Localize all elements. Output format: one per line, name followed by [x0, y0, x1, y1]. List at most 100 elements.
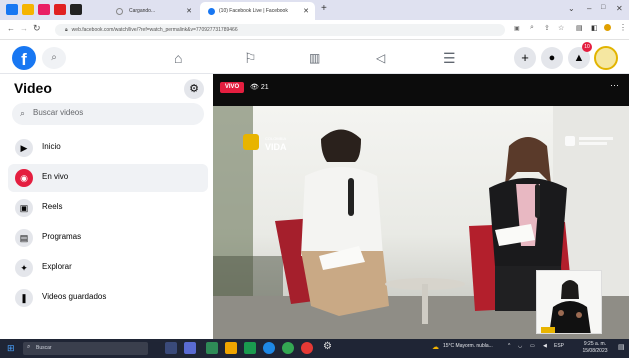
- tab-search-chevron-icon[interactable]: ⌄: [568, 4, 575, 13]
- sidebar-item-inicio[interactable]: ▶ Inicio: [8, 134, 208, 162]
- battery-icon[interactable]: ▭: [530, 343, 535, 349]
- close-window-button[interactable]: ✕: [616, 4, 623, 13]
- taskbar-clock[interactable]: 9:25 a. m. 15/08/2023: [575, 341, 615, 355]
- tab-facebook-live[interactable]: (10) Facebook Live | Facebook ✕: [200, 2, 315, 20]
- viewer-count-value: 21: [260, 84, 269, 91]
- teams-icon[interactable]: [184, 342, 196, 354]
- forward-arrow-icon[interactable]: →: [20, 24, 28, 33]
- profile-icon[interactable]: [604, 24, 611, 31]
- pinned-tab-facebook[interactable]: [6, 4, 18, 15]
- file-explorer-icon[interactable]: [225, 342, 237, 354]
- browser-toolbar: ← → ↻ 🔒︎ web.facebook.com/watch/live/?ref…: [0, 20, 629, 40]
- video-top-bar: [213, 74, 629, 106]
- consejeria-logo: [565, 136, 575, 146]
- sidebar-item-en-vivo[interactable]: ◉ En vivo: [8, 164, 208, 192]
- search-icon: ⌕: [27, 344, 31, 350]
- tray-chevron-icon[interactable]: ^: [508, 343, 510, 349]
- explore-icon: ✦: [15, 259, 33, 277]
- chrome-icon[interactable]: [282, 342, 294, 354]
- extension-icon[interactable]: ▤: [576, 24, 583, 32]
- sidebar-item-label: Inicio: [42, 142, 61, 151]
- facebook-favicon-icon: [208, 7, 215, 15]
- taskbar-search-placeholder: Buscar: [36, 345, 52, 351]
- video-more-button[interactable]: ···: [610, 80, 619, 90]
- edge-icon[interactable]: [263, 342, 275, 354]
- gear-icon[interactable]: ⚙: [184, 79, 204, 99]
- sidebar-item-programas[interactable]: ▤ Programas: [8, 224, 208, 252]
- reload-icon[interactable]: ↻: [33, 23, 41, 34]
- tab-loading[interactable]: Cargando... ✕: [88, 2, 198, 20]
- weather-text[interactable]: 15°C Mayorm. nubla...: [443, 343, 493, 349]
- flag-icon[interactable]: ⚐: [244, 50, 257, 66]
- messenger-icon[interactable]: ●: [541, 47, 563, 69]
- back-arrow-icon[interactable]: ←: [7, 24, 15, 33]
- opera-icon[interactable]: [301, 342, 313, 354]
- close-icon[interactable]: ✕: [186, 7, 192, 15]
- browser-tab-strip: Cargando... ✕ (10) Facebook Live | Faceb…: [0, 0, 629, 20]
- sidebar-item-label: Reels: [42, 202, 63, 211]
- colombia-vida-logo: VIDA: [265, 142, 287, 152]
- shows-icon: ▤: [15, 229, 33, 247]
- volume-icon[interactable]: ◀: [543, 343, 547, 349]
- explorer-app-icon[interactable]: [206, 342, 218, 354]
- maximize-button[interactable]: □: [601, 4, 605, 11]
- marketplace-icon[interactable]: ▥: [309, 50, 320, 66]
- sidebar-item-label: Videos guardados: [42, 292, 107, 301]
- sidebar-item-label: Explorar: [42, 262, 72, 271]
- tab-title: Cargando...: [129, 8, 156, 14]
- colombia-vida-logo: [243, 134, 259, 150]
- task-view-icon[interactable]: [165, 342, 177, 354]
- consejeria-logo: [579, 142, 607, 145]
- sidebar-item-videos-guardados[interactable]: ❚ Videos guardados: [8, 284, 208, 312]
- interpreter-hand: [576, 312, 582, 318]
- screenshot-icon[interactable]: ▣: [514, 25, 520, 32]
- zoom-icon[interactable]: ⌕: [530, 24, 534, 32]
- search-placeholder: Buscar videos: [33, 108, 84, 117]
- search-icon[interactable]: ⌕: [42, 47, 66, 69]
- store-icon[interactable]: [244, 342, 256, 354]
- interpreter-body: [549, 301, 591, 333]
- language-indicator[interactable]: ESP: [554, 343, 564, 349]
- profile-avatar[interactable]: [594, 46, 618, 70]
- consejeria-logo: [579, 137, 613, 140]
- clock-time: 9:25 a. m.: [583, 341, 607, 347]
- new-tab-button[interactable]: +: [321, 3, 327, 14]
- notification-center-icon[interactable]: ▤: [618, 343, 625, 351]
- eye-icon: 👁︎: [250, 84, 259, 91]
- weather-icon: ☁: [432, 344, 439, 351]
- taskbar-search-input[interactable]: ⌕ Buscar: [23, 342, 148, 355]
- clock-date: 15/08/2023: [582, 348, 608, 354]
- bookmark-star-icon[interactable]: ☆: [558, 24, 564, 32]
- plus-icon[interactable]: +: [514, 47, 536, 69]
- home-icon[interactable]: ⌂: [174, 50, 182, 66]
- sidebar-item-explorar[interactable]: ✦ Explorar: [8, 254, 208, 282]
- pinned-tab-youtube[interactable]: [54, 4, 66, 15]
- pinned-tab-photos[interactable]: [22, 4, 34, 15]
- colombia-vida-logo: COLOMBIA: [265, 136, 286, 141]
- share-icon[interactable]: ⇪: [544, 24, 550, 32]
- minimize-button[interactable]: –: [587, 4, 591, 13]
- megaphone-icon[interactable]: ◁: [376, 50, 385, 66]
- sidebar-title: Video: [14, 80, 52, 96]
- windows-start-icon[interactable]: ⊞: [7, 343, 15, 354]
- notification-badge: 10: [582, 42, 592, 52]
- menu-icon[interactable]: ☰: [443, 50, 456, 66]
- url-text: web.facebook.com/watch/live/?ref=watch_p…: [71, 27, 238, 33]
- sidebar-item-label: Programas: [42, 232, 82, 241]
- close-icon[interactable]: ✕: [303, 7, 309, 15]
- interpreter-scene: [537, 271, 601, 333]
- facebook-logo[interactable]: f: [12, 46, 36, 70]
- pinned-tab-app[interactable]: [70, 4, 82, 15]
- sidepanel-icon[interactable]: ◧: [591, 24, 598, 32]
- network-icon[interactable]: ◡: [518, 343, 522, 349]
- kebab-menu-icon[interactable]: ⋮: [619, 23, 627, 32]
- address-bar[interactable]: 🔒︎ web.facebook.com/watch/live/?ref=watch…: [55, 24, 505, 36]
- settings-gear-icon[interactable]: ⚙: [323, 341, 332, 352]
- loading-icon: [116, 7, 123, 15]
- screen: Cargando... ✕ (10) Facebook Live | Faceb…: [0, 0, 629, 358]
- live-badge: VIVO: [220, 82, 244, 93]
- pinned-tab-instagram[interactable]: [38, 4, 50, 15]
- sidebar-item-reels[interactable]: ▣ Reels: [8, 194, 208, 222]
- left-microphone: [348, 178, 354, 216]
- video-search-input[interactable]: ⌕ Buscar videos: [12, 103, 204, 125]
